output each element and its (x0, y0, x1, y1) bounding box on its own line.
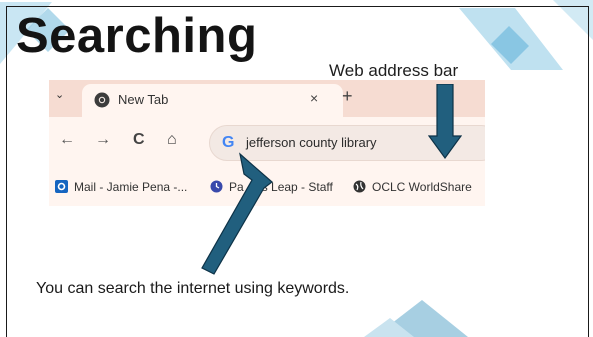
slide: Searching Web address bar ⌄ New Tab × + … (0, 0, 593, 337)
tab-new-tab[interactable]: New Tab × (82, 84, 343, 117)
bookmark-oclc-label: OCLC WorldShare (372, 180, 472, 194)
outlook-icon (55, 180, 68, 193)
forward-button[interactable]: → (95, 131, 111, 149)
globe-icon (353, 180, 366, 193)
tab-title: New Tab (118, 92, 169, 107)
chrome-icon (94, 92, 110, 108)
tab-strip: ⌄ New Tab × + (49, 80, 485, 117)
address-bar-text[interactable]: jefferson county library (246, 135, 377, 150)
bookmark-mail-label: Mail - Jamie Pena -... (74, 180, 188, 194)
arrow-down-to-address-bar (428, 84, 462, 160)
bookmark-oclc[interactable]: OCLC WorldShare (353, 180, 472, 194)
reload-button[interactable]: C (133, 131, 145, 149)
tab-search-button[interactable]: ⌄ (55, 88, 64, 101)
home-button[interactable]: ⌂ (167, 131, 177, 149)
new-tab-button[interactable]: + (342, 86, 353, 107)
back-button[interactable]: ← (59, 131, 75, 149)
bookmark-mail[interactable]: Mail - Jamie Pena -... (55, 180, 187, 194)
slide-caption: You can search the internet using keywor… (36, 280, 350, 297)
google-icon: G (222, 134, 235, 151)
callout-label: Web address bar (329, 61, 459, 80)
tab-close-button[interactable]: × (310, 90, 318, 106)
arrow-up-to-search (201, 152, 273, 275)
slide-title: Searching (16, 9, 258, 63)
